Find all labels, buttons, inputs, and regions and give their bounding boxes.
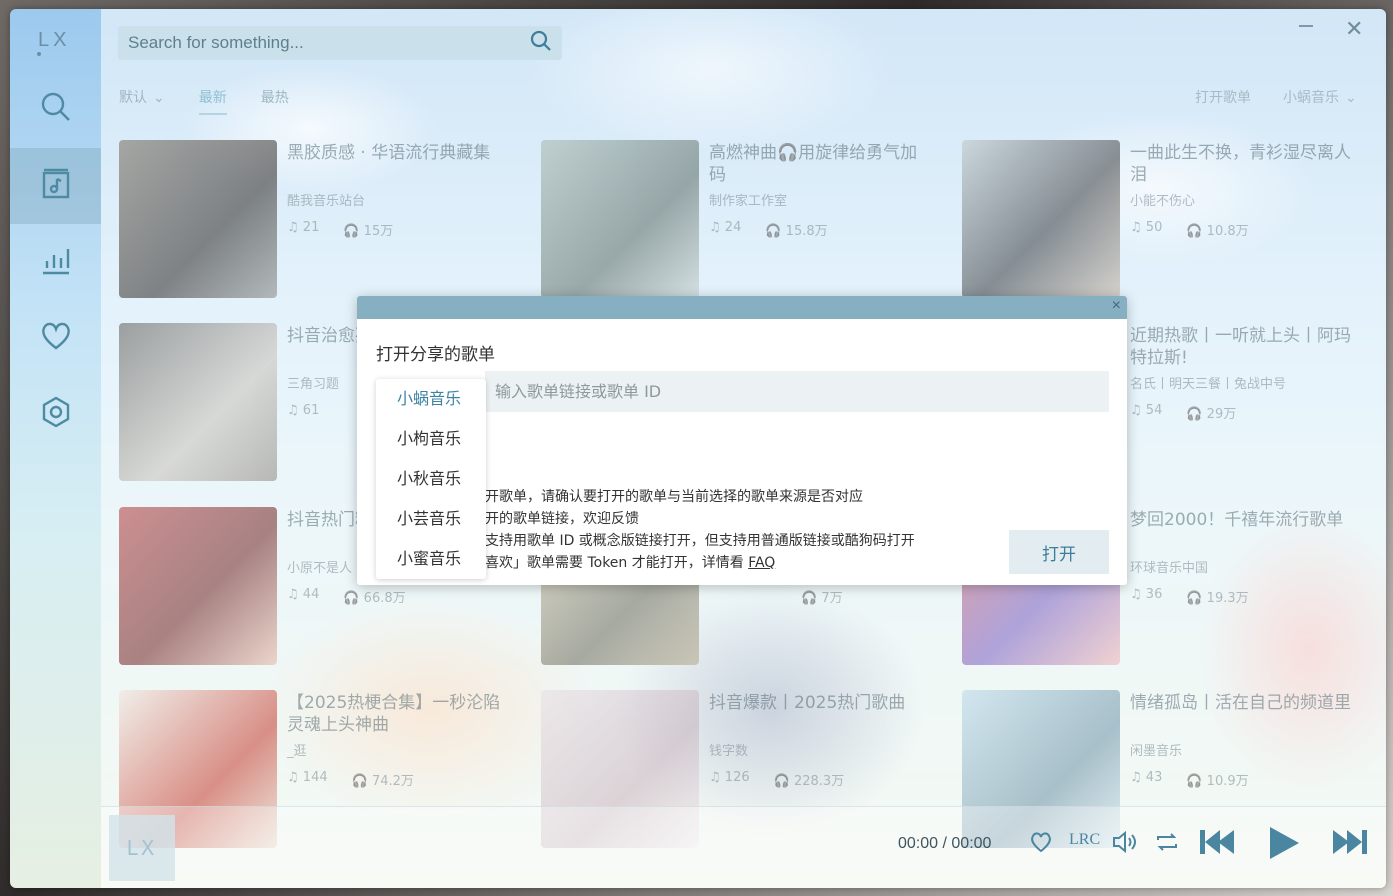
source-option[interactable]: 小秋音乐 [376, 459, 486, 499]
faq-link[interactable]: FAQ [748, 555, 775, 571]
source-dropdown-menu: 小蜗音乐 小枸音乐 小秋音乐 小芸音乐 小蜜音乐 [376, 379, 486, 579]
tip-line: 开歌单，请确认要打开的歌单与当前选择的歌单来源是否对应 [485, 489, 863, 505]
source-option[interactable]: 小芸音乐 [376, 499, 486, 539]
dialog-close-button[interactable]: × [1112, 297, 1121, 315]
tip-line: 支持用歌单 ID 或概念版链接打开，但支持用普通版链接或酷狗码打开 [485, 533, 915, 549]
tip-line: 喜欢」歌单需要 Token 才能打开，详情看 FAQ [485, 555, 776, 571]
app-window: LX Search for something... ✕ 默认 ⌄ 最新 最热 … [10, 9, 1386, 888]
source-option[interactable]: 小蜜音乐 [376, 539, 486, 579]
playlist-link-input[interactable] [485, 371, 1109, 412]
open-button[interactable]: 打开 [1009, 530, 1109, 574]
source-option[interactable]: 小枸音乐 [376, 419, 486, 459]
open-shared-playlist-dialog: × 打开分享的歌单 开歌单，请确认要打开的歌单与当前选择的歌单来源是否对应 开的… [357, 296, 1127, 585]
dialog-tips: 开歌单，请确认要打开的歌单与当前选择的歌单来源是否对应 开的歌单链接，欢迎反馈 … [485, 486, 915, 574]
source-option[interactable]: 小蜗音乐 [376, 379, 486, 419]
tip-line: 开的歌单链接，欢迎反馈 [485, 511, 639, 527]
dialog-title: 打开分享的歌单 [376, 345, 495, 365]
dialog-header: × [357, 296, 1127, 319]
